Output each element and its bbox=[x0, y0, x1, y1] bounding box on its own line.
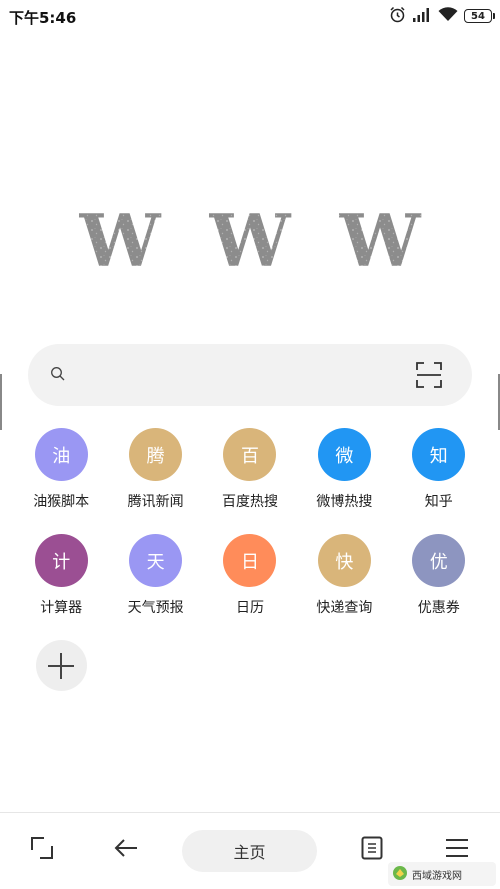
shortcut-tencent-news[interactable]: 腾 腾讯新闻 bbox=[108, 428, 202, 534]
shortcut-label: 计算器 bbox=[40, 600, 83, 616]
logo-letter-3: W bbox=[339, 200, 422, 283]
status-bar: 下午5:46 54 bbox=[0, 0, 500, 34]
shortcut-coupons[interactable]: 优 优惠券 bbox=[392, 534, 486, 640]
shortcut-row-2: 计 计算器 天 天气预报 日 日历 快 快递查询 优 优惠券 bbox=[14, 534, 486, 640]
fullscreen-button[interactable] bbox=[22, 830, 62, 870]
back-arrow-icon bbox=[113, 837, 139, 863]
shortcut-icon: 知 bbox=[412, 428, 466, 481]
bottom-divider bbox=[0, 812, 500, 813]
shortcut-grid: 油 油猴脚本 腾 腾讯新闻 百 百度热搜 微 微博热搜 知 知乎 计 计算器 天… bbox=[14, 428, 486, 746]
logo-letter-2: W bbox=[209, 200, 292, 283]
tabs-button[interactable] bbox=[352, 830, 392, 870]
shortcut-zhihu[interactable]: 知 知乎 bbox=[392, 428, 486, 534]
battery-icon: 54 bbox=[464, 9, 495, 23]
wifi-icon bbox=[438, 6, 458, 26]
shortcut-label: 日历 bbox=[235, 600, 264, 616]
site-watermark: 西域游戏网 bbox=[388, 862, 496, 886]
search-icon bbox=[50, 366, 66, 386]
alarm-icon bbox=[389, 6, 406, 27]
shortcut-icon: 油 bbox=[34, 428, 88, 481]
search-input[interactable] bbox=[80, 360, 404, 392]
watermark-text: 西域游戏网 bbox=[412, 870, 462, 882]
shortcut-label: 油猴脚本 bbox=[33, 494, 90, 510]
shortcut-icon: 优 bbox=[412, 534, 466, 587]
menu-icon bbox=[445, 838, 469, 862]
shortcut-label: 腾讯新闻 bbox=[127, 494, 184, 510]
scan-icon[interactable] bbox=[416, 362, 442, 392]
status-icons: 54 bbox=[389, 6, 495, 27]
shortcut-row-1: 油 油猴脚本 腾 腾讯新闻 百 百度热搜 微 微博热搜 知 知乎 bbox=[14, 428, 486, 534]
shortcut-label: 知乎 bbox=[424, 494, 453, 510]
status-time: 下午5:46 bbox=[9, 9, 77, 27]
shortcut-icon: 计 bbox=[34, 534, 88, 587]
shortcut-calendar[interactable]: 日 日历 bbox=[203, 534, 297, 640]
shortcut-icon: 腾 bbox=[129, 428, 183, 481]
shortcut-calculator[interactable]: 计 计算器 bbox=[14, 534, 108, 640]
shortcut-weibo-hot[interactable]: 微 微博热搜 bbox=[297, 428, 391, 534]
shortcut-youhou-script[interactable]: 油 油猴脚本 bbox=[14, 428, 108, 534]
shortcut-icon: 日 bbox=[223, 534, 277, 587]
shortcut-label: 天气预报 bbox=[127, 600, 184, 616]
shortcut-label: 微博热搜 bbox=[316, 494, 373, 510]
www-logo: W W W bbox=[0, 198, 500, 290]
fullscreen-icon bbox=[30, 836, 54, 864]
logo-letter-1: W bbox=[79, 200, 162, 283]
shortcut-express[interactable]: 快 快递查询 bbox=[297, 534, 391, 640]
shortcut-row-3 bbox=[14, 640, 486, 746]
add-shortcut-button[interactable] bbox=[14, 640, 108, 746]
shortcut-icon: 微 bbox=[317, 428, 371, 481]
tabs-icon bbox=[361, 836, 383, 864]
shortcut-icon: 百 bbox=[223, 428, 277, 481]
plus-icon bbox=[35, 640, 87, 691]
signal-icon bbox=[412, 7, 432, 26]
shortcut-weather[interactable]: 天 天气预报 bbox=[108, 534, 202, 640]
shortcut-baidu-hot[interactable]: 百 百度热搜 bbox=[203, 428, 297, 534]
shortcut-label: 快递查询 bbox=[316, 600, 373, 616]
shortcut-label: 百度热搜 bbox=[221, 494, 278, 510]
back-button[interactable] bbox=[106, 830, 146, 870]
watermark-logo-icon bbox=[392, 865, 408, 884]
left-edge-handle bbox=[0, 374, 2, 430]
shortcut-label: 优惠券 bbox=[417, 600, 460, 616]
home-button[interactable]: 主页 bbox=[182, 830, 317, 872]
search-bar[interactable] bbox=[28, 344, 472, 406]
shortcut-icon: 天 bbox=[129, 534, 183, 587]
shortcut-icon: 快 bbox=[317, 534, 371, 587]
